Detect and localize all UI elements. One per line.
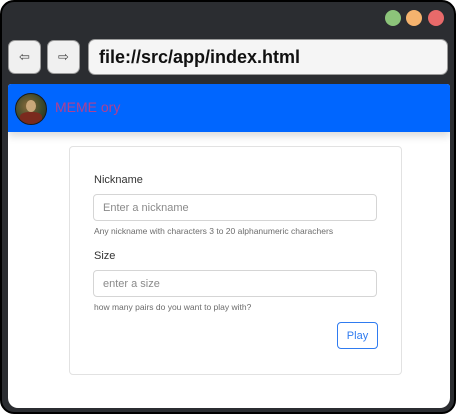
app-brand[interactable]: MEME ory: [55, 99, 120, 115]
nickname-help-text: Any nickname with characters 3 to 20 alp…: [94, 226, 334, 236]
page-viewport: MEME ory Nickname Any nickname with char…: [8, 84, 450, 408]
back-button[interactable]: ⇦: [8, 40, 41, 74]
minimize-window-button[interactable]: [406, 10, 422, 26]
back-arrow-icon: ⇦: [19, 49, 30, 65]
address-bar[interactable]: file://src/app/index.html: [88, 39, 448, 75]
close-window-button[interactable]: [428, 10, 444, 26]
forward-arrow-icon: ⇨: [58, 49, 69, 65]
app-header: MEME ory: [8, 84, 450, 132]
nickname-input[interactable]: [93, 194, 377, 221]
size-input[interactable]: [93, 270, 377, 297]
play-button[interactable]: Play: [337, 322, 378, 349]
browser-window: ⇦ ⇨ file://src/app/index.html MEME ory N…: [0, 0, 456, 414]
address-text: file://src/app/index.html: [99, 46, 301, 67]
size-label: Size: [94, 250, 116, 262]
maximize-window-button[interactable]: [385, 10, 401, 26]
avatar-icon: [15, 93, 47, 125]
forward-button[interactable]: ⇨: [47, 40, 80, 74]
nickname-label: Nickname: [94, 174, 143, 186]
size-help-text: how many pairs do you want to play with?: [94, 302, 252, 312]
play-form-card: Nickname Any nickname with characters 3 …: [69, 146, 402, 375]
